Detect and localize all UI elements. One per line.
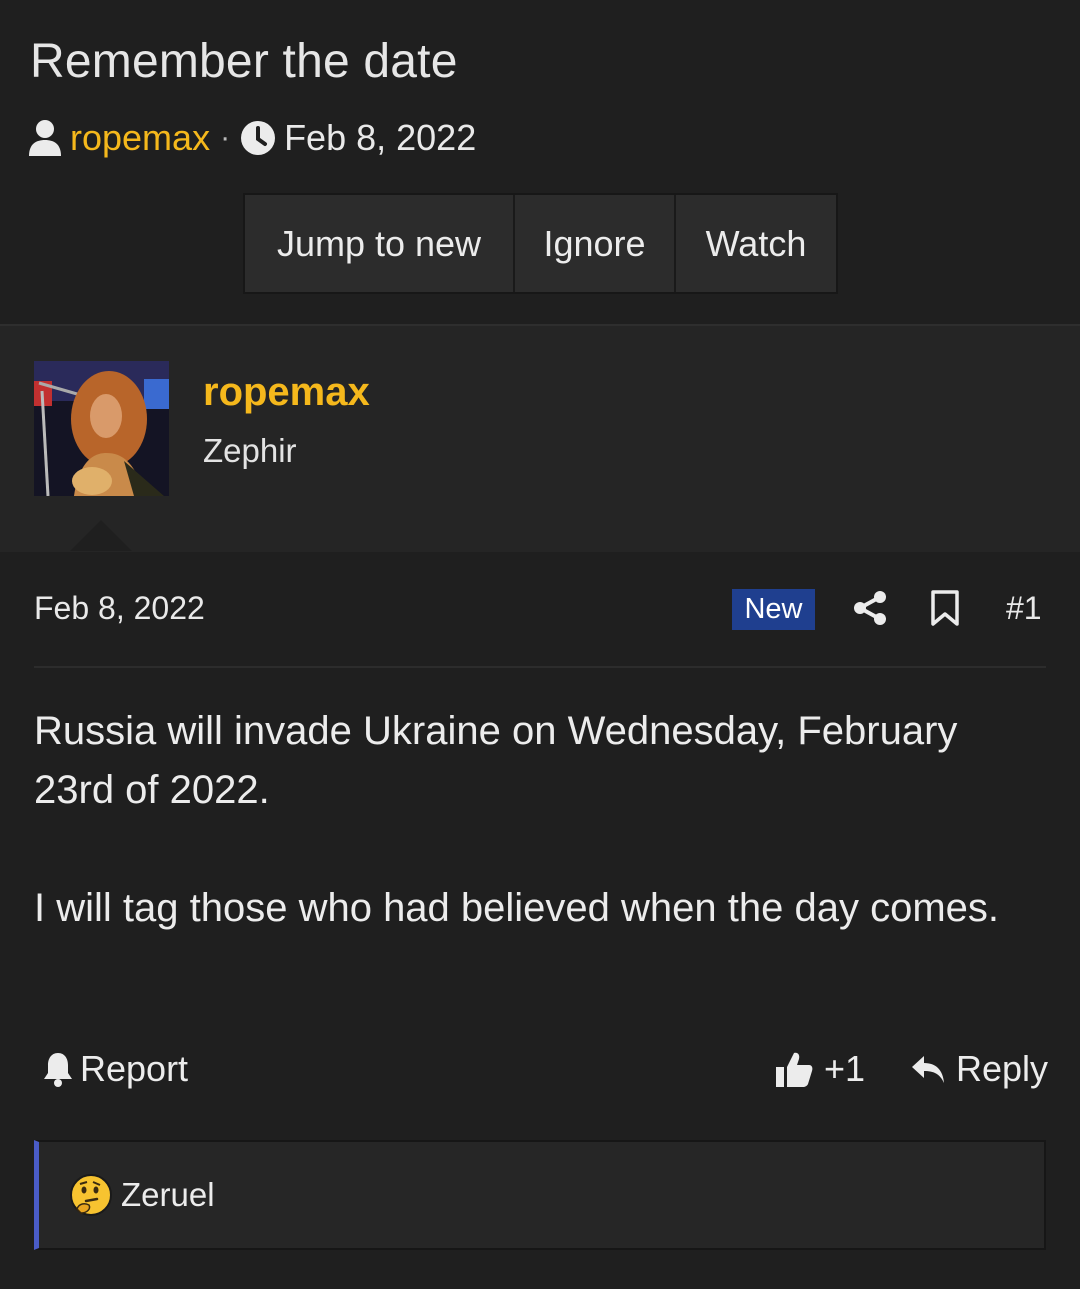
post-number-link[interactable]: #1 xyxy=(1006,590,1042,627)
user-icon xyxy=(29,120,61,156)
post-date[interactable]: Feb 8, 2022 xyxy=(34,590,205,627)
post-body: Russia will invade Ukraine on Wednesday,… xyxy=(34,702,1034,938)
like-count: +1 xyxy=(824,1048,866,1089)
like-button[interactable]: +1 xyxy=(774,1048,865,1090)
bell-icon xyxy=(44,1053,72,1087)
reactions-bar[interactable]: Zeruel xyxy=(34,1140,1046,1250)
thread-title: Remember the date xyxy=(30,35,458,88)
new-badge: New xyxy=(732,589,815,630)
reaction-user[interactable]: Zeruel xyxy=(121,1176,215,1214)
post-user-block: ropemax Zephir xyxy=(0,324,1080,552)
report-label: Report xyxy=(80,1048,189,1089)
post-paragraph: Russia will invade Ukraine on Wednesday,… xyxy=(34,709,958,812)
watch-button[interactable]: Watch xyxy=(674,195,836,292)
post: Feb 8, 2022 New #1 Russia will invade Uk… xyxy=(0,552,1080,1289)
user-block-pointer xyxy=(70,520,132,551)
avatar[interactable] xyxy=(34,361,169,496)
ignore-button[interactable]: Ignore xyxy=(513,195,674,292)
thinking-face-icon xyxy=(70,1174,112,1216)
thumbs-up-icon xyxy=(776,1052,813,1087)
report-button[interactable]: Report xyxy=(42,1048,188,1090)
thread-actions: Jump to new Ignore Watch xyxy=(243,193,838,294)
jump-to-new-button[interactable]: Jump to new xyxy=(245,195,513,292)
thread-meta: ropemax · Feb 8, 2022 xyxy=(28,114,476,162)
reply-arrow-icon xyxy=(912,1056,944,1083)
user-title: Zephir xyxy=(203,432,297,469)
meta-separator: · xyxy=(220,121,231,154)
clock-icon xyxy=(241,121,276,155)
share-icon[interactable] xyxy=(852,590,888,626)
post-username[interactable]: ropemax xyxy=(203,370,370,415)
post-divider xyxy=(34,666,1046,668)
reply-button[interactable]: Reply xyxy=(910,1048,1048,1090)
bookmark-icon[interactable] xyxy=(930,589,960,627)
thread-author-link[interactable]: ropemax xyxy=(70,117,210,159)
post-paragraph: I will tag those who had believed when t… xyxy=(34,886,1000,930)
reply-label: Reply xyxy=(956,1048,1049,1089)
thread-date[interactable]: Feb 8, 2022 xyxy=(284,117,476,159)
thread-header: Remember the date ropemax · Feb 8, 2022 … xyxy=(0,0,1080,324)
